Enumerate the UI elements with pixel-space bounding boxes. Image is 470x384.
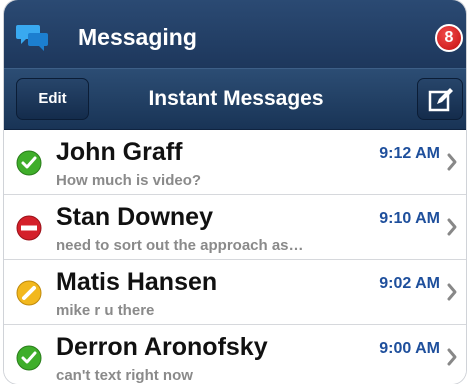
- busy-status-icon: [16, 215, 42, 241]
- app-header: Messaging 8: [4, 0, 466, 68]
- page-title: Instant Messages: [148, 87, 324, 110]
- navigation-bar: Edit Instant Messages: [4, 68, 466, 130]
- conversation-row[interactable]: Matis Hansen mike r u there 9:02 AM: [4, 260, 466, 325]
- edit-button[interactable]: Edit: [16, 78, 89, 120]
- notification-badge[interactable]: 8: [435, 24, 463, 52]
- message-preview: need to sort out the approach as…: [56, 237, 304, 254]
- compose-button[interactable]: [417, 78, 463, 120]
- contact-name: Derron Aronofsky: [56, 333, 268, 361]
- message-time: 9:02 AM: [379, 275, 440, 292]
- message-preview: mike r u there: [56, 302, 155, 319]
- conversation-list: John Graff How much is video? 9:12 AM St…: [4, 130, 466, 384]
- contact-name: John Graff: [56, 138, 183, 166]
- app-title: Messaging: [78, 24, 197, 50]
- message-preview: How much is video?: [56, 172, 202, 189]
- contact-name: Matis Hansen: [56, 268, 218, 296]
- message-time: 9:12 AM: [379, 145, 440, 162]
- available-status-icon: [16, 150, 42, 176]
- phone-screen: Messaging 8 Edit Instant Messages John G…: [4, 0, 466, 384]
- conversation-row[interactable]: John Graff How much is video? 9:12 AM: [4, 130, 466, 195]
- chevron-right-icon: [447, 153, 457, 171]
- chevron-right-icon: [447, 283, 457, 301]
- contact-name: Stan Downey: [56, 203, 213, 231]
- chevron-right-icon: [447, 348, 457, 366]
- chevron-right-icon: [447, 218, 457, 236]
- away-status-icon: [16, 280, 42, 306]
- available-status-icon: [16, 345, 42, 371]
- compose-icon: [428, 88, 453, 112]
- conversation-row[interactable]: Stan Downey need to sort out the approac…: [4, 195, 466, 260]
- message-time: 9:10 AM: [379, 210, 440, 227]
- message-preview: can't text right now: [56, 367, 193, 384]
- message-time: 9:00 AM: [379, 340, 440, 357]
- chat-bubbles-icon: [16, 25, 48, 51]
- conversation-row[interactable]: Derron Aronofsky can't text right now 9:…: [4, 325, 466, 384]
